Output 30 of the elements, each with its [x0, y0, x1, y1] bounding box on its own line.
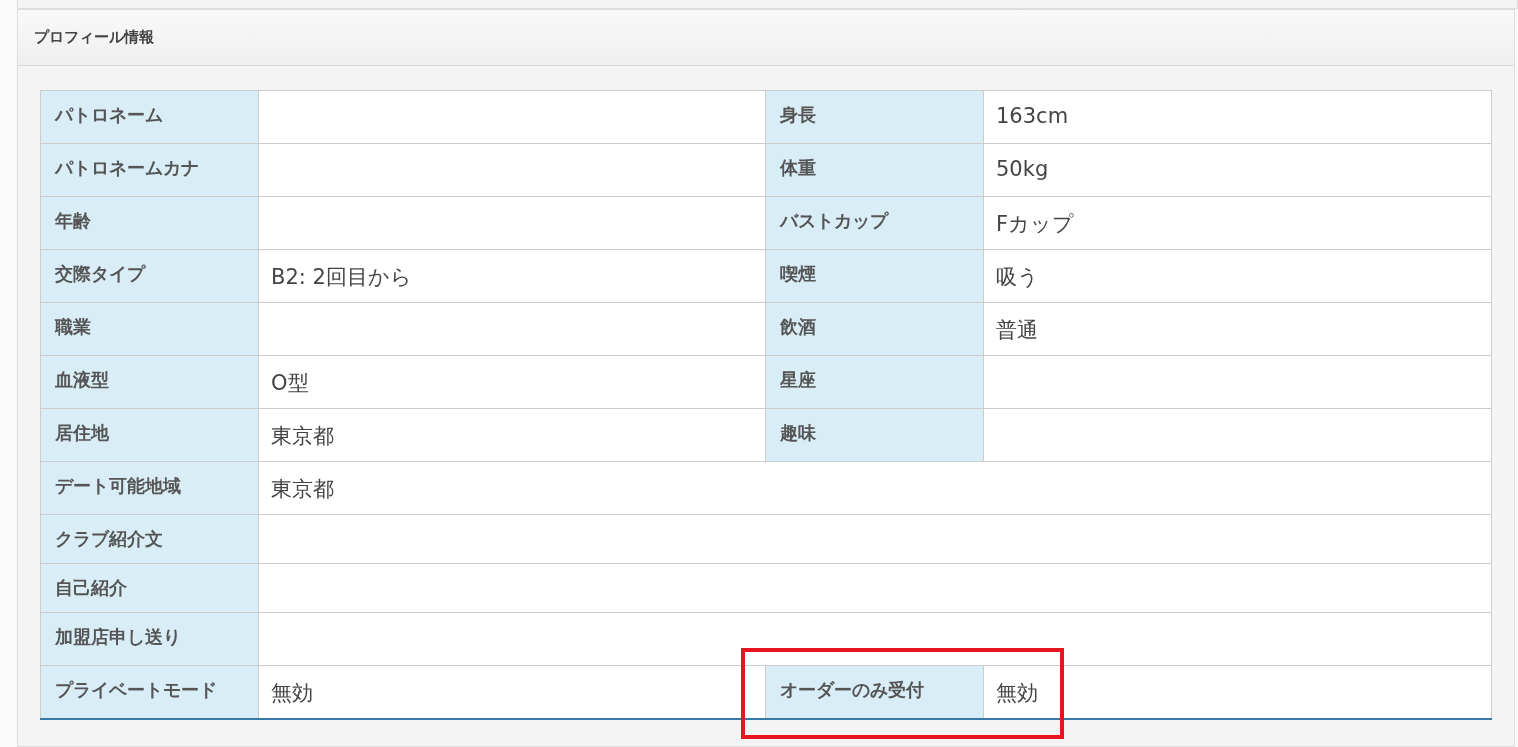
field-label: オーダーのみ受付 — [765, 665, 984, 719]
field-label: 趣味 — [765, 408, 984, 462]
field-label: 加盟店申し送り — [40, 612, 259, 666]
field-label: クラブ紹介文 — [40, 514, 259, 564]
field-label: パトロネームカナ — [40, 143, 259, 197]
field-label: 職業 — [40, 302, 259, 356]
field-value: O型 — [258, 355, 766, 409]
field-label: 喫煙 — [765, 249, 984, 303]
field-value: 普通 — [983, 302, 1492, 356]
field-label: 居住地 — [40, 408, 259, 462]
panel-title: プロフィール情報 — [34, 28, 154, 47]
field-value: 163cm — [983, 90, 1492, 144]
field-label: デート可能地域 — [40, 461, 259, 515]
field-label: 身長 — [765, 90, 984, 144]
field-label: 体重 — [765, 143, 984, 197]
field-value: 50kg — [983, 143, 1492, 197]
field-value: 東京都 — [258, 408, 766, 462]
field-label: パトロネーム — [40, 90, 259, 144]
field-value: 東京都 — [258, 461, 1492, 515]
field-value: B2: 2回目から — [258, 249, 766, 303]
field-label: プライベートモード — [40, 665, 259, 719]
field-value: 吸う — [983, 249, 1492, 303]
field-label: 年齢 — [40, 196, 259, 250]
field-label: 飲酒 — [765, 302, 984, 356]
field-label: バストカップ — [765, 196, 984, 250]
field-label: 自己紹介 — [40, 563, 259, 613]
field-label: 星座 — [765, 355, 984, 409]
field-value: Fカップ — [983, 196, 1492, 250]
field-label: 血液型 — [40, 355, 259, 409]
field-label: 交際タイプ — [40, 249, 259, 303]
